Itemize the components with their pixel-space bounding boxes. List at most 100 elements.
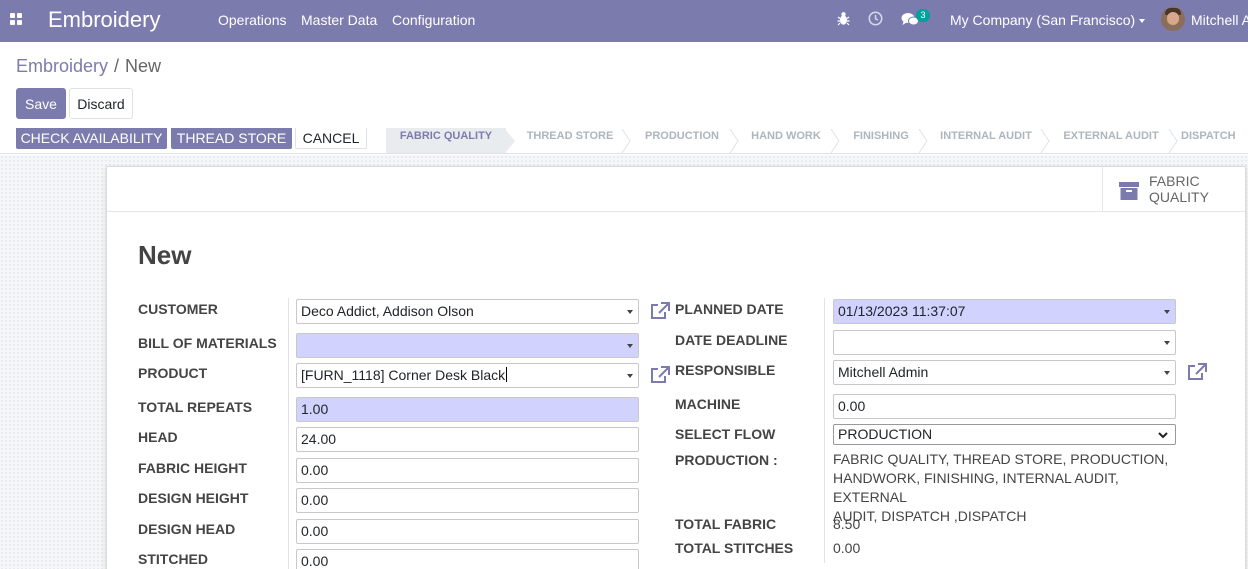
apps-menu-icon[interactable]	[10, 13, 24, 27]
external-link-icon[interactable]	[650, 366, 670, 384]
external-link-icon[interactable]	[1187, 363, 1207, 381]
product-field[interactable]: [FURN_1118] Corner Desk Black	[296, 363, 639, 388]
menu-operations[interactable]: Operations	[218, 12, 286, 28]
stage-divider-icon	[918, 129, 928, 153]
customer-field[interactable]: Deco Addict, Addison Olson	[296, 299, 639, 324]
machine-label: MACHINE	[675, 396, 741, 412]
user-name[interactable]: Mitchell Admin	[1191, 12, 1248, 28]
fabric-height-label: FABRIC HEIGHT	[138, 460, 247, 476]
stitched-label: STITCHED	[138, 551, 208, 567]
production-stages-line: HANDWORK, FINISHING, INTERNAL AUDIT, EXT…	[833, 470, 1119, 505]
stitched-field[interactable]: 0.00	[296, 549, 639, 569]
dropdown-caret-icon	[627, 374, 633, 378]
clock-icon[interactable]	[868, 11, 883, 26]
planned-date-field[interactable]: 01/13/2023 11:37:07	[833, 299, 1176, 324]
total-repeats-label: TOTAL REPEATS	[138, 399, 253, 415]
company-name: My Company (San Francisco)	[950, 12, 1136, 28]
discard-button[interactable]: Discard	[69, 88, 133, 119]
breadcrumb-parent[interactable]: Embroidery	[16, 56, 108, 76]
text-cursor	[506, 367, 508, 382]
smart-button-label-line2: QUALITY	[1149, 189, 1209, 205]
select-flow-select[interactable]: PRODUCTION	[833, 424, 1176, 445]
stage-arrow-icon	[505, 129, 515, 153]
stage-divider-icon	[729, 129, 739, 153]
stage-divider-icon	[621, 129, 631, 153]
status-bar: CHECK AVAILABILITY THREAD STORE CANCEL F…	[0, 128, 1248, 154]
production-stages-line: AUDIT, DISPATCH ,DISPATCH	[833, 508, 1027, 524]
bug-icon[interactable]	[837, 11, 850, 26]
stage-divider-icon	[1040, 129, 1050, 153]
date-deadline-label: DATE DEADLINE	[675, 332, 788, 348]
chevron-down-icon	[1158, 432, 1168, 439]
product-label: PRODUCT	[138, 365, 208, 381]
check-availability-button[interactable]: CHECK AVAILABILITY	[16, 128, 167, 149]
fabric-quality-smart-button[interactable]: FABRIC QUALITY	[1102, 167, 1246, 211]
smart-button-label: FABRIC QUALITY	[1149, 173, 1229, 205]
stage-dispatch[interactable]: DISPATCH	[1181, 128, 1248, 153]
chevron-down-icon	[1139, 19, 1146, 24]
bom-field[interactable]	[296, 333, 639, 358]
top-navbar: Embroidery Operations Master Data Config…	[0, 0, 1248, 42]
production-stages-line: FABRIC QUALITY, THREAD STORE, PRODUCTION…	[833, 451, 1169, 467]
archive-icon	[1119, 182, 1139, 200]
smart-button-box: FABRIC QUALITY	[107, 167, 1245, 212]
customer-value: Deco Addict, Addison Olson	[301, 303, 474, 319]
machine-field[interactable]: 0.00	[833, 394, 1176, 419]
total-repeats-field[interactable]: 1.00	[296, 397, 639, 422]
stage-divider-icon	[1168, 129, 1178, 153]
date-deadline-field[interactable]	[833, 330, 1176, 355]
stage-divider-icon	[830, 129, 840, 153]
production-label: PRODUCTION :	[675, 452, 778, 468]
menu-configuration[interactable]: Configuration	[392, 12, 475, 28]
smart-button-label-line1: FABRIC	[1149, 173, 1200, 189]
customer-label: CUSTOMER	[138, 301, 218, 317]
column-divider	[824, 298, 825, 563]
column-divider	[288, 298, 289, 569]
total-fabric-label: TOTAL FABRIC	[675, 516, 777, 532]
design-height-label: DESIGN HEIGHT	[138, 490, 249, 506]
dropdown-caret-icon	[1164, 310, 1170, 314]
breadcrumb-separator: /	[114, 56, 120, 76]
responsible-value: Mitchell Admin	[838, 364, 929, 380]
head-label: HEAD	[138, 429, 178, 445]
head-field[interactable]: 24.00	[296, 427, 639, 452]
dropdown-caret-icon	[627, 310, 633, 314]
save-button[interactable]: Save	[16, 88, 66, 119]
design-head-field[interactable]: 0.00	[296, 519, 639, 544]
stage-fabric-quality[interactable]: FABRIC QUALITY	[386, 128, 506, 153]
dropdown-caret-icon	[1164, 341, 1170, 345]
fabric-height-field[interactable]: 0.00	[296, 458, 639, 483]
select-flow-value: PRODUCTION	[838, 426, 933, 442]
total-stitches-label: TOTAL STITCHES	[675, 540, 794, 556]
production-stages-text: FABRIC QUALITY, THREAD STORE, PRODUCTION…	[833, 450, 1178, 526]
planned-date-label: PLANNED DATE	[675, 301, 784, 317]
product-value: [FURN_1118] Corner Desk Black	[301, 367, 506, 383]
breadcrumb: Embroidery / New	[16, 56, 161, 77]
message-count-badge: 3	[916, 9, 930, 22]
total-fabric-value: 8.50	[833, 516, 861, 532]
app-title[interactable]: Embroidery	[48, 7, 160, 33]
select-flow-label: SELECT FLOW	[675, 426, 776, 442]
design-head-label: DESIGN HEAD	[138, 521, 236, 537]
stage-thread-store[interactable]: THREAD STORE	[515, 128, 625, 153]
stage-internal-audit[interactable]: INTERNAL AUDIT	[929, 128, 1043, 153]
responsible-field[interactable]: Mitchell Admin	[833, 360, 1176, 385]
stage-hand-work[interactable]: HAND WORK	[740, 128, 832, 153]
thread-store-button[interactable]: THREAD STORE	[171, 128, 292, 149]
bom-label: BILL OF MATERIALS	[138, 335, 277, 351]
breadcrumb-current: New	[125, 56, 162, 76]
total-stitches-value: 0.00	[833, 540, 861, 556]
stage-finishing[interactable]: FINISHING	[841, 128, 921, 153]
stage-external-audit[interactable]: EXTERNAL AUDIT	[1051, 128, 1171, 153]
menu-master-data[interactable]: Master Data	[301, 12, 377, 28]
user-avatar[interactable]	[1161, 7, 1185, 31]
cancel-button[interactable]: CANCEL	[295, 128, 367, 149]
responsible-label: RESPONSIBLE	[675, 362, 776, 378]
company-switcher[interactable]: My Company (San Francisco)	[950, 12, 1146, 28]
external-link-icon[interactable]	[650, 302, 670, 320]
dropdown-caret-icon	[627, 344, 633, 348]
dropdown-caret-icon	[1164, 371, 1170, 375]
planned-date-value: 01/13/2023 11:37:07	[838, 303, 966, 319]
stage-production[interactable]: PRODUCTION	[632, 128, 732, 153]
design-height-field[interactable]: 0.00	[296, 488, 639, 513]
